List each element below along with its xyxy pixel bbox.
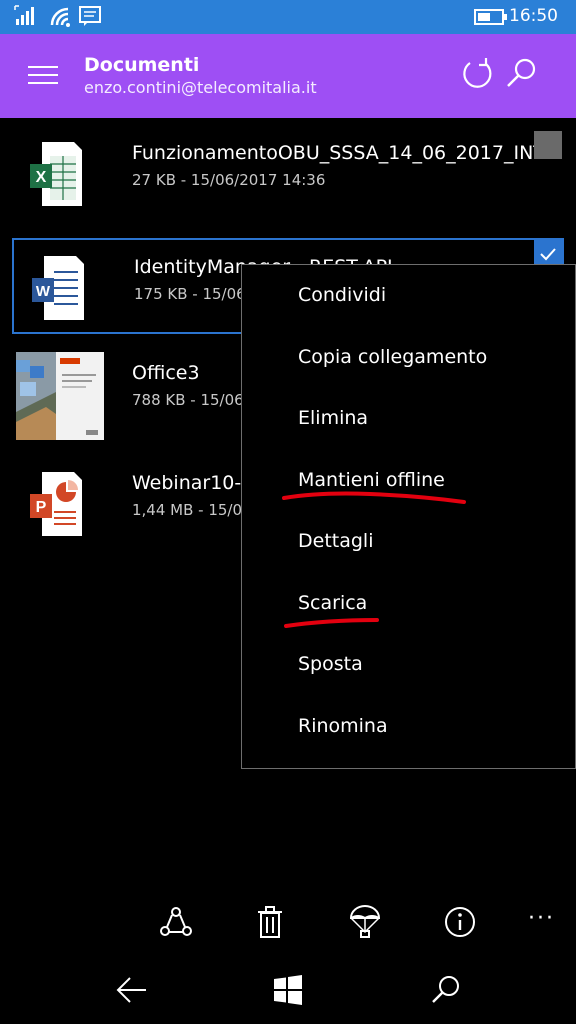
selection-checkbox[interactable] xyxy=(534,131,562,159)
menu-item-move[interactable]: Sposta xyxy=(298,653,363,675)
menu-item-delete[interactable]: Elimina xyxy=(298,407,368,429)
delete-icon[interactable] xyxy=(252,904,288,940)
document-thumbnail xyxy=(16,352,104,440)
svg-text:P: P xyxy=(36,499,47,516)
battery-icon xyxy=(474,9,507,25)
app-header: Documenti enzo.contini@telecomitalia.it xyxy=(0,34,576,118)
refresh-icon[interactable] xyxy=(456,54,496,94)
svg-text:W: W xyxy=(36,283,51,300)
menu-item-rename[interactable]: Rinomina xyxy=(298,715,388,737)
file-meta: 27 KB - 15/06/2017 14:36 xyxy=(132,171,326,189)
excel-icon: X xyxy=(30,142,82,206)
word-icon: W xyxy=(32,256,84,320)
account-email: enzo.contini@telecomitalia.it xyxy=(84,78,317,97)
back-icon[interactable] xyxy=(114,972,150,1008)
message-icon xyxy=(79,6,101,26)
signal-icon xyxy=(14,5,34,25)
menu-item-keep-offline[interactable]: Mantieni offline xyxy=(298,469,445,491)
menu-item-download[interactable]: Scarica xyxy=(298,592,367,614)
keep-offline-icon[interactable] xyxy=(347,904,383,940)
powerpoint-icon: P xyxy=(30,472,82,536)
menu-item-details[interactable]: Dettagli xyxy=(298,530,373,552)
clock: 16:50 xyxy=(509,6,558,26)
wifi-icon xyxy=(50,7,70,27)
page-title: Documenti xyxy=(84,54,200,76)
svg-text:X: X xyxy=(36,169,47,186)
status-bar: 16:50 xyxy=(0,0,576,34)
file-name: FunzionamentoOBU_SSSA_14_06_2017_INTERNO xyxy=(132,142,562,164)
share-icon[interactable] xyxy=(158,904,194,940)
context-menu: Condividi Copia collegamento Elimina Man… xyxy=(241,264,576,769)
file-row[interactable]: X FunzionamentoOBU_SSSA_14_06_2017_INTER… xyxy=(12,126,564,222)
search-icon[interactable] xyxy=(428,972,464,1008)
menu-item-copy-link[interactable]: Copia collegamento xyxy=(298,346,487,368)
hamburger-menu-icon[interactable] xyxy=(28,66,58,86)
info-icon[interactable] xyxy=(442,904,478,940)
menu-item-share[interactable]: Condividi xyxy=(298,284,386,306)
more-icon[interactable]: ··· xyxy=(528,906,555,931)
windows-start-icon[interactable] xyxy=(270,972,306,1008)
search-icon[interactable] xyxy=(502,54,542,94)
